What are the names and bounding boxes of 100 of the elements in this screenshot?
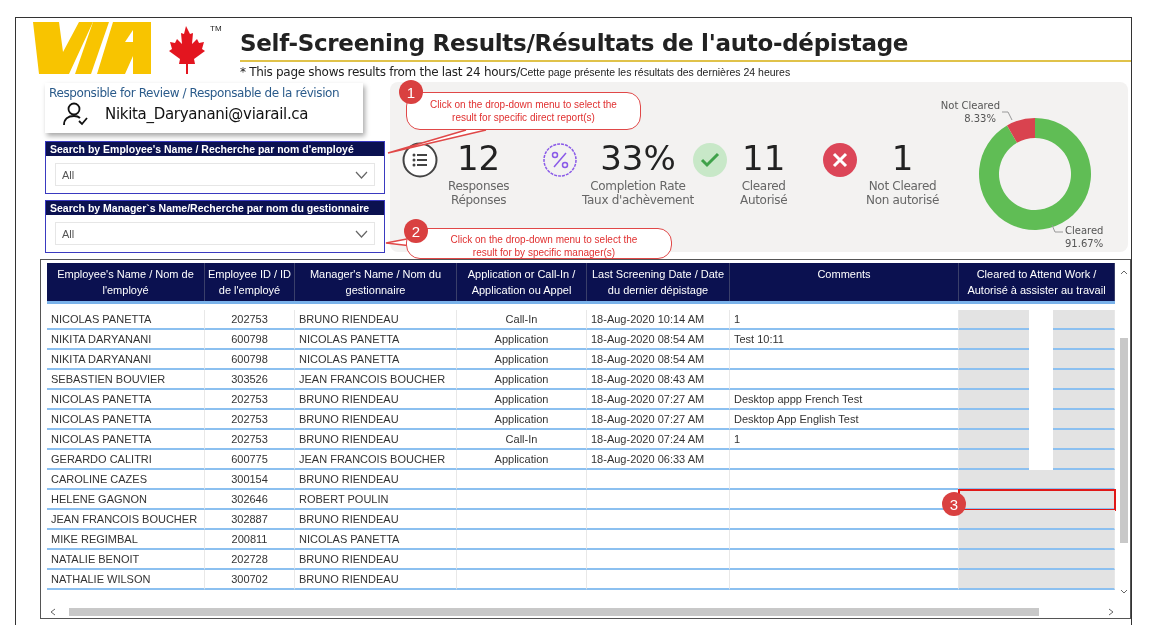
- kpi-label: Réponses: [450, 193, 507, 207]
- table-cell: Application: [457, 410, 587, 430]
- chevron-down-icon: [355, 229, 368, 238]
- kpi-label: Cleared: [741, 179, 786, 193]
- table-cell: BRUNO RIENDEAU: [295, 510, 457, 530]
- table-cell: Desktop appp French Test: [730, 390, 959, 410]
- trademark-mark: TM: [210, 24, 222, 33]
- time-note: * This page shows results from the last 24 hours/: [240, 65, 520, 79]
- table-cell: 18-Aug-2020 07:27 AM: [587, 410, 730, 430]
- leader-line: [1001, 111, 1013, 121]
- table-cell: 202753: [205, 310, 295, 330]
- reviewer-email: Nikita_Daryanani@viarail.ca: [105, 105, 309, 123]
- table-cell: BRUNO RIENDEAU: [295, 390, 457, 410]
- table-cell: JEAN FRANCOIS BOUCHER: [47, 510, 205, 530]
- chevron-down-icon: [355, 170, 368, 179]
- filter-dropdown[interactable]: All: [55, 222, 375, 245]
- percent-icon: [542, 142, 578, 178]
- time-note: Cette page présente les résultats des dernières 24 heures: [519, 66, 791, 78]
- column-header[interactable]: Employee ID / ID de l'employé: [205, 263, 295, 301]
- table-cell: 18-Aug-2020 08:54 AM: [587, 350, 730, 370]
- redaction-block: [1029, 448, 1053, 470]
- user-check-icon: [63, 102, 89, 126]
- table-cell: NICOLAS PANETTA: [47, 310, 205, 330]
- table-cell: 600798: [205, 350, 295, 370]
- filter-label: Search by Manager`s Name/Recherche par nom du gestionnaire: [46, 201, 384, 215]
- table-cell: BRUNO RIENDEAU: [295, 570, 457, 590]
- table-cell: Application: [457, 330, 587, 350]
- table-cell: Call-In: [457, 310, 587, 330]
- table-cell: 202753: [205, 410, 295, 430]
- table-cell: GERARDO CALITRI: [47, 450, 205, 470]
- table-cell: MIKE REGIMBAL: [47, 530, 205, 550]
- table-cell: Application: [457, 350, 587, 370]
- table-cell: NATHALIE WILSON: [47, 570, 205, 590]
- table-cell: JEAN FRANCOIS BOUCHER: [295, 370, 457, 390]
- table-cell: 300154: [205, 470, 295, 490]
- column-header[interactable]: Manager's Name / Nom du gestionnaire: [295, 263, 457, 301]
- table-cell: 600798: [205, 330, 295, 350]
- table-cell: 202753: [205, 390, 295, 410]
- table-cell: 18-Aug-2020 10:14 AM: [587, 310, 730, 330]
- number-badge: 3: [942, 492, 966, 516]
- table-cell: 18-Aug-2020 08:43 AM: [587, 370, 730, 390]
- table-cell: BRUNO RIENDEAU: [295, 310, 457, 330]
- table-cell: HELENE GAGNON: [47, 490, 205, 510]
- table-cell: 18-Aug-2020 07:24 AM: [587, 430, 730, 450]
- cross-icon: [822, 142, 858, 178]
- kpi-label: Not Cleared: [868, 179, 937, 193]
- table-cell: NICOLAS PANETTA: [47, 430, 205, 450]
- kpi-label: Non autorisé: [866, 193, 940, 207]
- column-header[interactable]: Application or Call-In / Application ou Appel: [457, 263, 587, 301]
- column-header[interactable]: Last Screening Date / Date du dernier dépistage: [587, 263, 730, 301]
- table-cell: 303526: [205, 370, 295, 390]
- table-cell: BRUNO RIENDEAU: [295, 430, 457, 450]
- column-header[interactable]: Employee's Name / Nom de l'employé: [47, 263, 205, 301]
- table-cell: BRUNO RIENDEAU: [295, 410, 457, 430]
- table-cell: 200811: [205, 530, 295, 550]
- slice-value: 8.33%: [964, 113, 996, 124]
- table-cell: Call-In: [457, 430, 587, 450]
- kpi-label: Completion Rate: [590, 179, 686, 193]
- table-cell: Test 10:11: [730, 330, 959, 350]
- slice-value: 91.67%: [1065, 238, 1104, 249]
- table-cell: SEBASTIEN BOUVIER: [47, 370, 205, 390]
- kpi-value: 12: [456, 137, 501, 179]
- leader-line: [1051, 224, 1064, 233]
- table-cell: 1: [730, 430, 959, 450]
- table-cell: ROBERT POULIN: [295, 490, 457, 510]
- table-cell: 302887: [205, 510, 295, 530]
- table-cell: Application: [457, 390, 587, 410]
- table-cell: 1: [730, 310, 959, 330]
- table-cell: 600775: [205, 450, 295, 470]
- table-cell: 18-Aug-2020 07:27 AM: [587, 390, 730, 410]
- kpi-value: 11: [742, 137, 786, 179]
- slice-label: Not Cleared: [940, 100, 1000, 111]
- filter-label: Search by Employee's Name / Recherche par nom d'employé: [46, 142, 384, 156]
- table-cell: BRUNO RIENDEAU: [295, 470, 457, 490]
- table-cell: Application: [457, 450, 587, 470]
- slice-label: Cleared: [1065, 225, 1104, 236]
- table-cell: 18-Aug-2020 06:33 AM: [587, 450, 730, 470]
- table-cell: NICOLAS PANETTA: [295, 530, 457, 550]
- table-cell: NICOLAS PANETTA: [47, 410, 205, 430]
- column-header[interactable]: Cleared to Attend Work / Autorisé à assister au travail: [959, 263, 1115, 301]
- table-cell: 202728: [205, 550, 295, 570]
- kpi-label: Autorisé: [740, 193, 788, 207]
- table-cell: JEAN FRANCOIS BOUCHER: [295, 450, 457, 470]
- table-cell: NATALIE BENOIT: [47, 550, 205, 570]
- kpi-label: Responses: [448, 179, 510, 193]
- kpi-label: Taux d'achèvement: [582, 193, 694, 207]
- table-cell: NIKITA DARYANANI: [47, 350, 205, 370]
- table-cell: Desktop App English Test: [730, 410, 959, 430]
- kpi-value: 33%: [600, 137, 676, 179]
- table-cell: 18-Aug-2020 08:54 AM: [587, 330, 730, 350]
- table-cell: Application: [457, 370, 587, 390]
- page-title: Self-Screening Results/Résultats de l'auto-dépistage: [240, 30, 1131, 62]
- filter-dropdown[interactable]: All: [55, 163, 375, 186]
- table-cell: BRUNO RIENDEAU: [295, 550, 457, 570]
- column-header[interactable]: Comments: [730, 263, 959, 301]
- table-cell: NICOLAS PANETTA: [295, 350, 457, 370]
- table-cell: 300702: [205, 570, 295, 590]
- table-cell: 302646: [205, 490, 295, 510]
- check-icon: [692, 142, 728, 178]
- table-cell: NICOLAS PANETTA: [295, 330, 457, 350]
